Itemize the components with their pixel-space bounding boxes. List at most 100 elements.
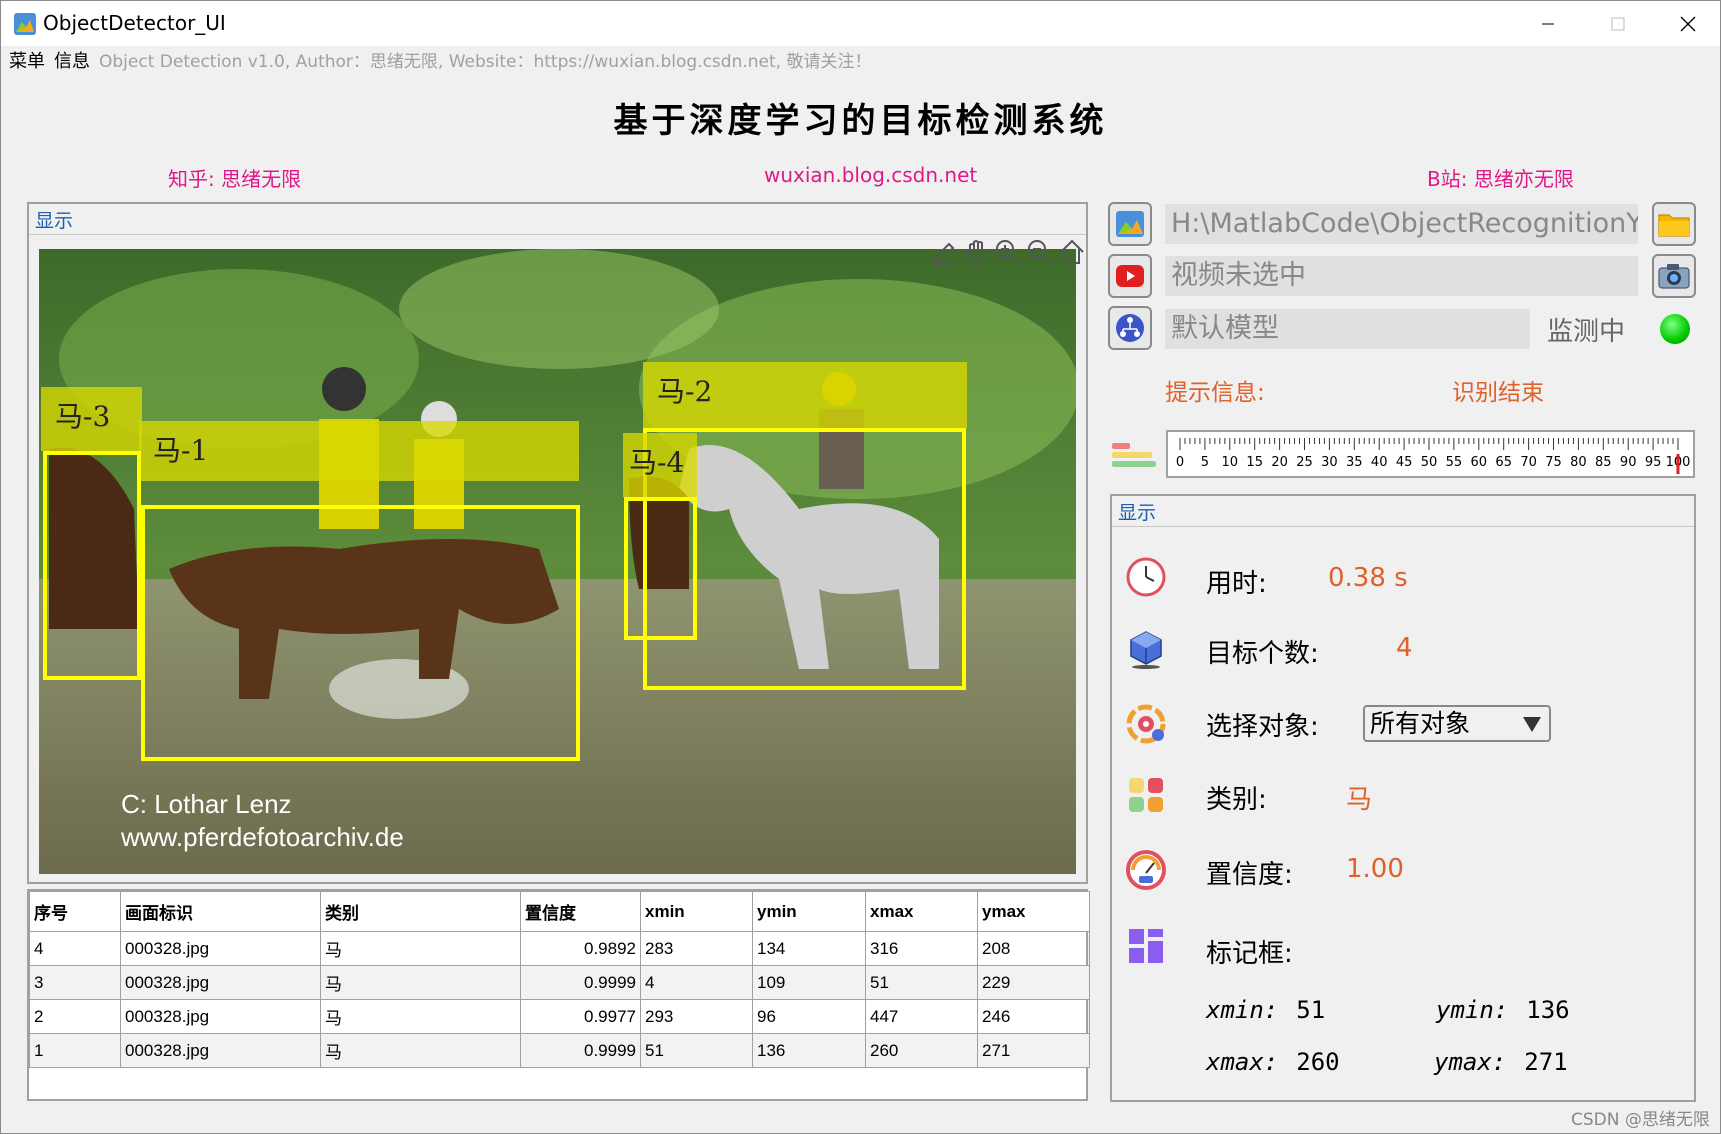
- page-title: 基于深度学习的目标检测系统: [613, 101, 1108, 141]
- detection-label-2: 马-2: [643, 362, 967, 428]
- title-bar: ObjectDetector_UI: [1, 1, 1720, 46]
- panel-divider: [1112, 526, 1694, 527]
- progress-tick-label: 55: [1446, 455, 1463, 470]
- select-model-button[interactable]: [1108, 306, 1152, 350]
- pan-hand-icon[interactable]: [961, 237, 991, 267]
- progress-tick-label: 90: [1620, 455, 1637, 470]
- panel-divider: [29, 234, 1086, 235]
- table-cell: 0.9999: [520, 1033, 641, 1068]
- xmax-readout: xmax: 260: [1206, 1048, 1340, 1076]
- column-header[interactable]: 画面标识: [120, 891, 321, 932]
- zhihu-link[interactable]: 知乎: 思绪无限: [168, 163, 301, 192]
- image-path-field[interactable]: H:\MatlabCode\ObjectRecognitionY…: [1165, 204, 1638, 244]
- time-value: 0.38 s: [1328, 563, 1408, 593]
- display-panel-title: 显示: [35, 210, 74, 232]
- column-header[interactable]: 类别: [320, 891, 521, 932]
- menu-item-main[interactable]: 菜单: [9, 46, 45, 78]
- table-cell: 000328.jpg: [120, 965, 321, 1000]
- table-cell: 马: [320, 999, 521, 1034]
- xmax-value: 260: [1296, 1048, 1340, 1076]
- progress-scale: 0510152025303540455055606570758085909510…: [1176, 438, 1690, 474]
- table-row[interactable]: 4 000328.jpg 马 0.9892 283 134 316 208: [29, 931, 1090, 966]
- camera-icon: [1658, 264, 1690, 289]
- detection-label-4: 马-4: [623, 433, 697, 497]
- minimize-icon: [1542, 23, 1554, 24]
- bounding-box-label: 标记框:: [1206, 939, 1293, 969]
- class-value: 马: [1346, 785, 1373, 815]
- table-row[interactable]: 2 000328.jpg 马 0.9977 293 96 447 246: [29, 999, 1090, 1034]
- brush-icon[interactable]: [929, 237, 959, 267]
- table-cell: 马: [320, 965, 521, 1000]
- image-icon: [1116, 211, 1144, 237]
- dashboard-tiles-icon: [1129, 929, 1163, 963]
- zoom-out-icon[interactable]: [1025, 237, 1055, 267]
- table-cell: 马: [320, 931, 521, 966]
- column-header[interactable]: 置信度: [520, 891, 641, 932]
- column-header[interactable]: ymin: [752, 891, 866, 932]
- zoom-in-icon[interactable]: [993, 237, 1023, 267]
- table-cell: 293: [640, 999, 753, 1034]
- progress-tick-label: 45: [1396, 455, 1413, 470]
- model-field[interactable]: 默认模型: [1165, 309, 1530, 349]
- camera-button[interactable]: [1652, 254, 1696, 298]
- detection-label-1: 马-1: [139, 421, 579, 481]
- ymax-key: ymax:: [1434, 1048, 1507, 1076]
- maximize-button[interactable]: [1583, 1, 1653, 46]
- progress-tick-label: 65: [1495, 455, 1512, 470]
- object-select-dropdown[interactable]: 所有对象: [1363, 705, 1551, 742]
- table-cell: 447: [865, 999, 978, 1034]
- model-network-icon: [1116, 314, 1144, 342]
- video-field[interactable]: 视频未选中: [1165, 256, 1638, 296]
- table-row[interactable]: 1 000328.jpg 马 0.9999 51 136 260 271: [29, 1033, 1090, 1068]
- watermark-website: www.pferdefotoarchiv.de: [121, 822, 404, 852]
- maximize-icon: [1611, 17, 1625, 30]
- ymin-readout: ymin: 136: [1436, 996, 1570, 1024]
- table-header-row: 序号 画面标识 类别 置信度 xmin ymin xmax ymax: [29, 891, 1090, 932]
- gear-target-icon: [1126, 704, 1166, 744]
- table-cell: 246: [977, 999, 1090, 1034]
- progress-tick-label: 85: [1595, 455, 1612, 470]
- table-cell: 3: [29, 965, 121, 1000]
- hint-label: 提示信息:: [1165, 380, 1265, 406]
- results-table: 序号 画面标识 类别 置信度 xmin ymin xmax ymax 4 000…: [27, 889, 1090, 1101]
- column-header[interactable]: xmax: [865, 891, 978, 932]
- detection-box-4: [624, 497, 697, 640]
- home-icon[interactable]: [1057, 237, 1087, 267]
- table-cell: 2: [29, 999, 121, 1034]
- select-image-button[interactable]: [1108, 202, 1152, 246]
- hint-value: 识别结束: [1452, 380, 1544, 406]
- table-cell: 0.9999: [520, 965, 641, 1000]
- menu-info-text: Object Detection v1.0, Author：思绪无限, Webs…: [99, 52, 872, 72]
- gauge-icon: [1126, 850, 1166, 890]
- menu-item-info[interactable]: 信息: [54, 46, 90, 78]
- object-select-value: 所有对象: [1370, 709, 1471, 738]
- minimize-button[interactable]: [1513, 1, 1583, 46]
- select-video-button[interactable]: [1108, 254, 1152, 298]
- column-header[interactable]: 序号: [29, 891, 121, 932]
- close-button[interactable]: [1653, 1, 1721, 46]
- table-row[interactable]: 3 000328.jpg 马 0.9999 4 109 51 229: [29, 965, 1090, 1000]
- time-label: 用时:: [1206, 569, 1267, 599]
- progress-tick-label: 80: [1570, 455, 1587, 470]
- category-grid-icon: [1129, 778, 1163, 812]
- column-header[interactable]: xmin: [640, 891, 753, 932]
- axes-toolbar: [929, 237, 1087, 269]
- table-cell: 136: [752, 1033, 866, 1068]
- blog-link[interactable]: wuxian.blog.csdn.net: [764, 163, 977, 187]
- open-folder-button[interactable]: [1652, 202, 1696, 246]
- xmin-key: xmin:: [1206, 996, 1279, 1024]
- table-cell: 51: [865, 965, 978, 1000]
- progress-gauge: 0510152025303540455055606570758085909510…: [1166, 430, 1695, 478]
- clock-icon: [1126, 557, 1166, 597]
- table-cell: 271: [977, 1033, 1090, 1068]
- table-cell: 000328.jpg: [120, 931, 321, 966]
- ymin-key: ymin:: [1436, 996, 1509, 1024]
- column-header[interactable]: ymax: [977, 891, 1090, 932]
- progress-tick-label: 20: [1271, 455, 1288, 470]
- progress-tick-label: 0: [1176, 455, 1184, 470]
- progress-bars-icon: [1112, 443, 1156, 467]
- bilibili-link[interactable]: B站: 思绪亦无限: [1427, 163, 1574, 192]
- xmax-key: xmax:: [1206, 1048, 1279, 1076]
- menu-bar: 菜单 信息 Object Detection v1.0, Author：思绪无限…: [1, 46, 1720, 78]
- table-cell: 1: [29, 1033, 121, 1068]
